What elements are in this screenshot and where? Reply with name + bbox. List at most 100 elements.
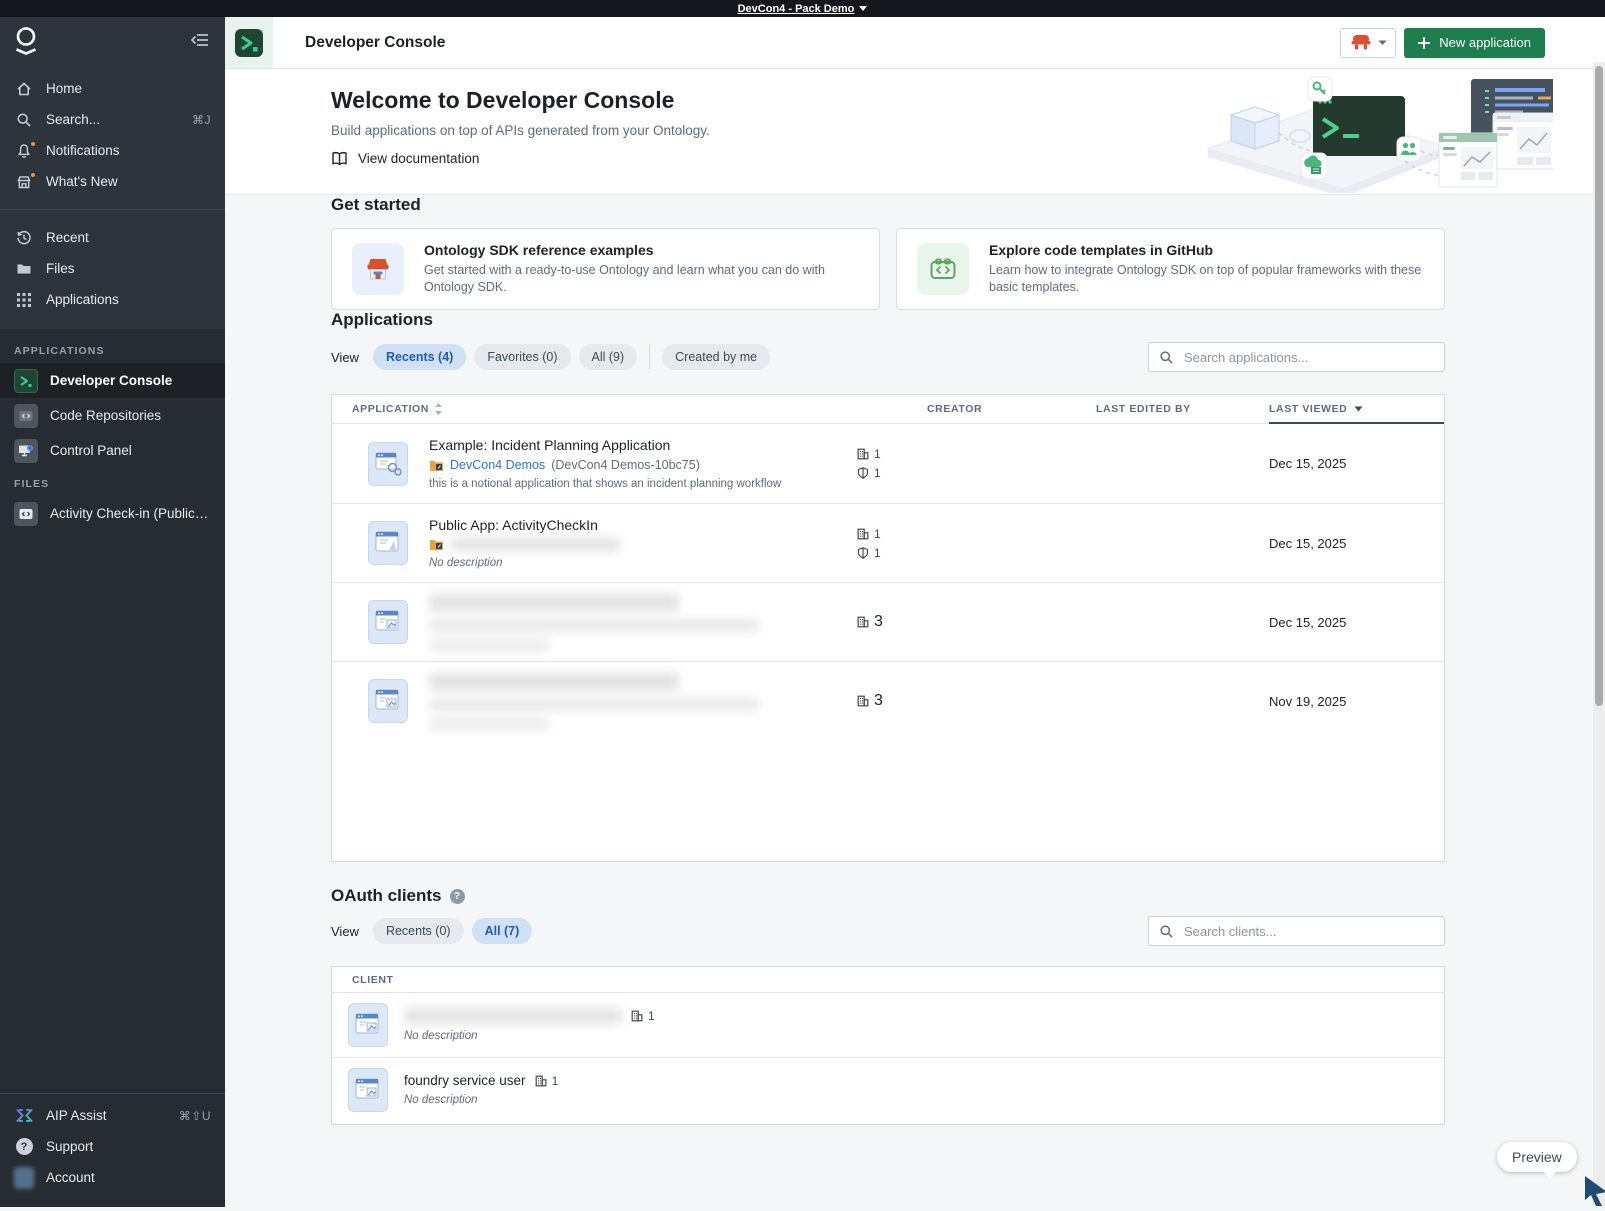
book-icon [331, 151, 348, 166]
ontology-count: 3 [874, 692, 883, 710]
aip-assist-icon [14, 1108, 34, 1123]
sidebar-item-label: Support [46, 1139, 93, 1154]
sidebar-item-recent[interactable]: Recent [0, 222, 225, 253]
applications-searchbox[interactable] [1148, 342, 1445, 372]
shield-icon [857, 467, 869, 479]
column-last-edited-by[interactable]: LAST EDITED BY [1096, 403, 1269, 415]
client-description: No description [404, 1094, 558, 1106]
whats-new-icon [14, 174, 34, 190]
notification-dot [29, 140, 37, 148]
application-title[interactable]: Example: Incident Planning Application [429, 437, 781, 453]
oauth-client-row[interactable]: 1 No description [332, 993, 1444, 1057]
redacted-description [429, 639, 549, 651]
sidebar-item-account[interactable]: Account [0, 1162, 225, 1193]
sidebar: Home Search... ⌘J Notifications What's N… [0, 17, 225, 1207]
sidebar-item-whats-new[interactable]: What's New [0, 166, 225, 197]
project-folder-icon [429, 538, 444, 551]
project-link[interactable]: DevCon4 Demos [450, 458, 545, 472]
scope-count: 1 [874, 466, 881, 480]
new-application-button[interactable]: New application [1404, 28, 1545, 58]
developer-console-app-icon [225, 17, 273, 68]
control-panel-icon [14, 439, 38, 463]
get-started-title: Get started [331, 195, 1445, 215]
sidebar-footer: AIP Assist ⌘⇧U ? Support Account [0, 1087, 225, 1207]
oauth-client-row[interactable]: foundry service user 1 No description [332, 1057, 1444, 1121]
search-icon [14, 112, 34, 128]
application-row[interactable]: Example: Incident Planning Application D… [332, 424, 1444, 503]
oauth-table-header: CLIENT [332, 967, 1444, 993]
help-icon: ? [14, 1138, 34, 1155]
ontology-icon [1350, 34, 1372, 51]
view-documentation-link[interactable]: View documentation [331, 151, 479, 166]
column-client[interactable]: CLIENT [332, 974, 1444, 986]
storefront-icon [352, 243, 404, 295]
card-text: Ontology SDK reference examples Get star… [424, 242, 859, 296]
filter-created-by-me[interactable]: Created by me [662, 344, 770, 370]
application-row[interactable]: 3 Nov 19, 2025 [332, 661, 1444, 740]
folder-icon [14, 261, 34, 277]
redacted-client-name [404, 1008, 622, 1024]
oauth-searchbox[interactable] [1148, 916, 1445, 946]
oauth-clients-title: OAuth clients [331, 886, 442, 906]
application-row[interactable]: Public App: ActivityCheckIn No descripti… [332, 503, 1444, 582]
search-icon [1159, 924, 1174, 939]
collapse-sidebar-icon[interactable] [191, 32, 209, 53]
column-application[interactable]: APPLICATION [332, 403, 857, 415]
environment-title[interactable]: DevCon4 - Pack Demo [738, 3, 855, 15]
chevron-down-icon [1378, 40, 1387, 46]
card-code-templates-github[interactable]: Explore code templates in GitHub Learn h… [896, 228, 1445, 310]
divider [0, 1093, 225, 1094]
sidebar-item-code-repositories[interactable]: Code Repositories [0, 398, 225, 433]
home-icon [14, 81, 34, 97]
client-icon [348, 1068, 388, 1112]
scrollbar-thumb[interactable] [1595, 66, 1603, 706]
help-icon[interactable]: ? [450, 889, 465, 904]
application-icon [368, 679, 408, 723]
application-row[interactable]: 3 Dec 15, 2025 [332, 582, 1444, 661]
applications-filter-row: View Recents (4) Favorites (0) All (9) C… [331, 342, 1445, 372]
oauth-filter-recents[interactable]: Recents (0) [373, 918, 464, 944]
ontology-selector-button[interactable] [1340, 28, 1396, 58]
client-name[interactable]: foundry service user [404, 1073, 526, 1088]
environment-bar[interactable]: DevCon4 - Pack Demo [0, 0, 1605, 17]
filter-all[interactable]: All (9) [579, 344, 638, 370]
oauth-clients-table: CLIENT 1 No description [331, 966, 1445, 1125]
sidebar-item-aip-assist[interactable]: AIP Assist ⌘⇧U [0, 1100, 225, 1131]
column-label: APPLICATION [352, 403, 429, 415]
applications-search-input[interactable] [1182, 349, 1434, 366]
applications-title: Applications [331, 310, 1445, 330]
filter-recents[interactable]: Recents (4) [373, 344, 466, 370]
column-label: CREATOR [927, 403, 982, 415]
files-section-label: FILES [0, 468, 225, 496]
sidebar-item-activity-checkin[interactable]: Activity Check-in (Public … [0, 496, 225, 531]
building-icon [857, 528, 869, 540]
sidebar-item-support[interactable]: ? Support [0, 1131, 225, 1162]
sidebar-item-applications[interactable]: Applications [0, 284, 225, 315]
oauth-filter-all[interactable]: All (7) [472, 918, 533, 944]
sidebar-item-files[interactable]: Files [0, 253, 225, 284]
sidebar-item-label: Applications [46, 292, 119, 307]
column-last-viewed-sort[interactable]: LAST VIEWED [1269, 395, 1444, 424]
filter-favorites[interactable]: Favorites (0) [474, 344, 570, 370]
building-icon [857, 616, 869, 628]
sidebar-item-developer-console[interactable]: Developer Console [0, 363, 225, 398]
column-last-viewed: LAST VIEWED [1269, 395, 1444, 424]
sidebar-item-search[interactable]: Search... ⌘J [0, 104, 225, 135]
last-viewed-date: Dec 15, 2025 [1269, 456, 1444, 471]
card-ontology-sdk-examples[interactable]: Ontology SDK reference examples Get star… [331, 228, 880, 310]
column-creator[interactable]: CREATOR [927, 403, 1096, 415]
search-shortcut: ⌘J [192, 113, 211, 127]
sidebar-header [0, 17, 225, 67]
oauth-search-input[interactable] [1182, 923, 1434, 940]
sidebar-item-home[interactable]: Home [0, 73, 225, 104]
scrollbar-track[interactable] [1593, 62, 1605, 1207]
sidebar-item-notifications[interactable]: Notifications [0, 135, 225, 166]
application-title[interactable]: Public App: ActivityCheckIn [429, 517, 620, 533]
search-icon [1159, 350, 1174, 365]
grid-icon [14, 293, 34, 307]
sidebar-item-control-panel[interactable]: Control Panel [0, 433, 225, 468]
content-body: Get started Ontology SDK reference examp… [225, 195, 1605, 1125]
scope-count: 1 [874, 546, 881, 560]
redacted-subtitle [429, 619, 759, 632]
last-viewed-date: Dec 15, 2025 [1269, 615, 1444, 630]
